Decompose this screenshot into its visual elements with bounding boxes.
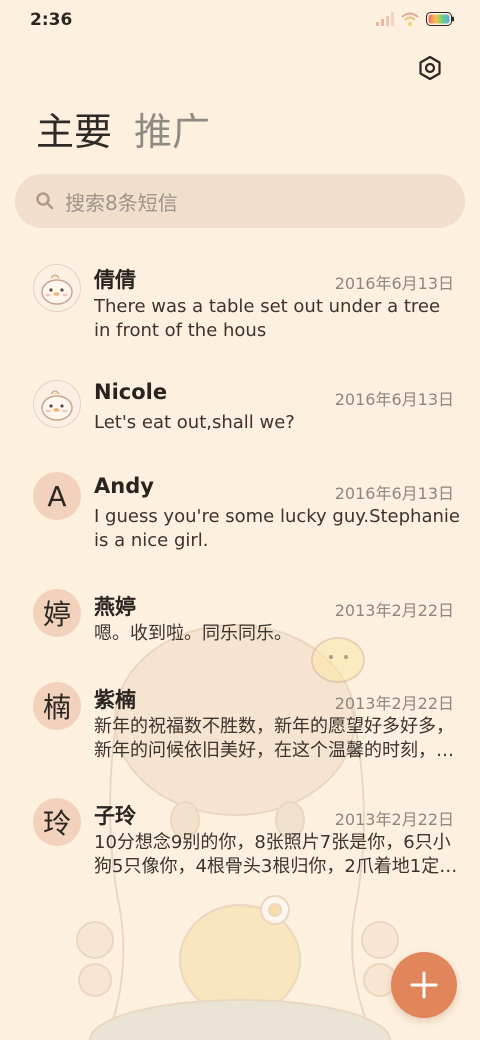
chick-avatar-icon xyxy=(41,274,73,305)
search-placeholder: 搜索8条短信 xyxy=(65,190,178,215)
message-preview: 嗯。收到啦。同乐同乐。 xyxy=(94,623,292,644)
message-preview: 新年的祝福数不胜数，新年的愿望好多好多，新年的问候依旧美好，在这个温馨的时刻，… xyxy=(94,716,454,761)
plus-icon xyxy=(410,971,438,999)
contact-name: 燕婷 xyxy=(94,595,136,619)
avatar xyxy=(33,264,81,312)
contact-name: 紫楠 xyxy=(94,688,136,712)
search-icon xyxy=(36,192,54,210)
message-date: 2016年6月13日 xyxy=(334,274,454,293)
avatar: 楠 xyxy=(33,682,81,730)
wifi-icon xyxy=(401,12,419,26)
contact-name: Nicole xyxy=(94,380,168,404)
tab-bar: 主要 推广 xyxy=(36,108,210,156)
message-item[interactable]: 婷 燕婷 2013年2月22日 嗯。收到啦。同乐同乐。 xyxy=(0,589,480,659)
message-preview: Let's eat out,shall we? xyxy=(94,412,295,433)
status-bar: 2:36 xyxy=(0,0,480,40)
message-item[interactable]: A Andy 2016年6月13日 I guess you're some lu… xyxy=(0,472,480,562)
message-item[interactable]: Nicole 2016年6月13日 Let's eat out,shall we… xyxy=(0,378,480,448)
battery-icon xyxy=(426,12,454,26)
message-date: 2016年6月13日 xyxy=(334,390,454,409)
tab-promotions[interactable]: 推广 xyxy=(134,108,210,156)
contact-name: Andy xyxy=(94,474,154,498)
settings-hexagon-icon xyxy=(419,55,441,81)
message-date: 2013年2月22日 xyxy=(334,601,454,620)
message-preview: I guess you're some lucky guy.Stephanie … xyxy=(94,506,460,551)
contact-name: 子玲 xyxy=(94,804,136,828)
message-preview: There was a table set out under a tree i… xyxy=(94,296,441,341)
search-input[interactable]: 搜索8条短信 xyxy=(15,174,465,228)
message-item[interactable]: 楠 紫楠 2013年2月22日 新年的祝福数不胜数，新年的愿望好多好多，新年的问… xyxy=(0,682,480,772)
message-date: 2013年2月22日 xyxy=(334,810,454,829)
message-date: 2016年6月13日 xyxy=(334,484,454,503)
avatar: 婷 xyxy=(33,589,81,637)
message-item[interactable]: 倩倩 2016年6月13日 There was a table set out … xyxy=(0,262,480,362)
avatar: A xyxy=(33,472,81,520)
message-preview: 10分想念9别的你，8张照片7张是你，6只小狗5只像你，4根骨头3根归你，2爪着… xyxy=(94,832,458,877)
message-date: 2013年2月22日 xyxy=(334,694,454,713)
signal-icon xyxy=(376,12,394,26)
status-time: 2:36 xyxy=(30,10,73,30)
contact-name: 倩倩 xyxy=(94,268,136,292)
avatar: 玲 xyxy=(33,798,81,846)
chick-avatar-icon xyxy=(41,390,73,421)
avatar xyxy=(33,380,81,428)
tab-primary[interactable]: 主要 xyxy=(36,108,112,156)
new-message-button[interactable] xyxy=(391,952,457,1018)
settings-button[interactable] xyxy=(416,54,444,82)
message-item[interactable]: 玲 子玲 2013年2月22日 10分想念9别的你，8张照片7张是你，6只小狗5… xyxy=(0,798,480,888)
status-icons xyxy=(376,12,454,26)
